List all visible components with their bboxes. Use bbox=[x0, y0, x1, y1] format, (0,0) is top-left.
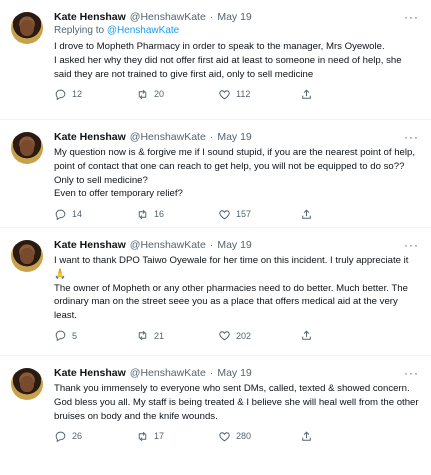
replying-to-link[interactable]: @HenshawKate bbox=[107, 25, 179, 36]
tweet-actions: 14 16 157 bbox=[54, 201, 421, 227]
like-count: 157 bbox=[236, 209, 252, 220]
tweet-paragraph: I want to thank DPO Taiwo Oyewale for he… bbox=[54, 255, 409, 280]
separator-dot: · bbox=[209, 367, 214, 379]
tweet-text: Thank you immensely to everyone who sent… bbox=[54, 382, 421, 423]
reply-button[interactable]: 12 bbox=[54, 88, 136, 101]
tweet-text: I want to thank DPO Taiwo Oyewale for he… bbox=[54, 254, 421, 323]
heart-icon bbox=[219, 209, 230, 220]
tweet-actions: 26 17 280 bbox=[54, 423, 421, 449]
tweet-1[interactable]: Kate Henshaw @HenshawKate · May 19 ··· R… bbox=[0, 0, 431, 120]
more-options-icon[interactable]: ··· bbox=[404, 366, 419, 380]
separator-dot: · bbox=[209, 131, 214, 143]
replying-to-label: Replying to bbox=[54, 25, 105, 36]
reply-icon bbox=[55, 331, 66, 342]
display-name[interactable]: Kate Henshaw bbox=[54, 10, 126, 24]
reply-count: 14 bbox=[72, 209, 83, 220]
tweet-header: Kate Henshaw @HenshawKate · May 19 bbox=[54, 366, 421, 380]
user-handle[interactable]: @HenshawKate bbox=[130, 238, 206, 252]
tweet-date[interactable]: May 19 bbox=[217, 366, 251, 380]
more-options-icon[interactable]: ··· bbox=[404, 238, 419, 252]
tweet-text: My question now is & forgive me if I sou… bbox=[54, 146, 421, 201]
share-button[interactable] bbox=[300, 430, 318, 443]
share-button[interactable] bbox=[300, 329, 318, 342]
tweet-header: Kate Henshaw @HenshawKate · May 19 bbox=[54, 238, 421, 252]
like-button[interactable]: 157 bbox=[218, 208, 300, 221]
user-handle[interactable]: @HenshawKate bbox=[130, 10, 206, 24]
heart-icon bbox=[219, 331, 230, 341]
tweet-2[interactable]: Kate Henshaw @HenshawKate · May 19 ··· M… bbox=[0, 120, 431, 228]
tweet-actions: 5 21 202 bbox=[54, 323, 421, 349]
retweet-button[interactable]: 17 bbox=[136, 430, 218, 443]
user-handle[interactable]: @HenshawKate bbox=[130, 366, 206, 380]
separator-dot: · bbox=[209, 11, 214, 23]
share-icon bbox=[302, 330, 311, 341]
user-handle[interactable]: @HenshawKate bbox=[130, 130, 206, 144]
reply-button[interactable]: 14 bbox=[54, 208, 136, 221]
reply-count: 26 bbox=[72, 431, 83, 442]
like-button[interactable]: 202 bbox=[218, 329, 300, 342]
retweet-button[interactable]: 16 bbox=[136, 208, 218, 221]
like-count: 280 bbox=[236, 431, 252, 442]
display-name[interactable]: Kate Henshaw bbox=[54, 366, 126, 380]
tweet-3[interactable]: Kate Henshaw @HenshawKate · May 19 ··· I… bbox=[0, 228, 431, 356]
retweet-count: 21 bbox=[154, 330, 165, 341]
retweet-count: 16 bbox=[154, 209, 165, 220]
replying-to: Replying to @HenshawKate bbox=[54, 24, 421, 37]
tweet-paragraph: My question now is & forgive me if I sou… bbox=[54, 147, 416, 186]
retweet-icon bbox=[138, 431, 147, 442]
tweet-date[interactable]: May 19 bbox=[217, 10, 251, 24]
like-count: 202 bbox=[236, 330, 252, 341]
like-button[interactable]: 112 bbox=[218, 88, 300, 101]
reply-count: 12 bbox=[72, 89, 83, 100]
share-icon bbox=[302, 209, 311, 219]
share-icon bbox=[302, 89, 311, 99]
display-name[interactable]: Kate Henshaw bbox=[54, 130, 126, 144]
tweet-header: Kate Henshaw @HenshawKate · May 19 bbox=[54, 130, 421, 144]
retweet-count: 20 bbox=[154, 89, 165, 100]
tweet-date[interactable]: May 19 bbox=[217, 130, 251, 144]
avatar[interactable] bbox=[11, 132, 43, 164]
share-icon bbox=[302, 431, 311, 441]
more-options-icon[interactable]: ··· bbox=[404, 130, 419, 144]
reply-button[interactable]: 26 bbox=[54, 430, 136, 443]
heart-icon bbox=[219, 90, 230, 100]
avatar[interactable] bbox=[11, 12, 43, 44]
tweet-header: Kate Henshaw @HenshawKate · May 19 bbox=[54, 10, 421, 24]
tweet-thread: Kate Henshaw @HenshawKate · May 19 ··· R… bbox=[0, 0, 431, 475]
heart-icon bbox=[219, 432, 230, 442]
retweet-button[interactable]: 21 bbox=[136, 329, 218, 342]
tweet-paragraph: The owner of Mopheth or any other pharma… bbox=[54, 282, 408, 322]
display-name[interactable]: Kate Henshaw bbox=[54, 238, 126, 252]
reply-icon bbox=[55, 89, 66, 101]
tweet-actions: 12 20 112 bbox=[54, 81, 421, 107]
retweet-button[interactable]: 20 bbox=[136, 88, 218, 101]
share-button[interactable] bbox=[300, 88, 318, 101]
reply-icon bbox=[55, 209, 66, 220]
retweet-icon bbox=[138, 209, 147, 219]
tweet-paragraph: I drove to Mopheth Pharmacy in order to … bbox=[54, 41, 385, 52]
avatar[interactable] bbox=[11, 240, 43, 272]
separator-dot: · bbox=[209, 239, 214, 251]
share-button[interactable] bbox=[300, 208, 318, 221]
tweet-text: I drove to Mopheth Pharmacy in order to … bbox=[54, 40, 421, 81]
like-button[interactable]: 280 bbox=[218, 430, 300, 443]
tweet-paragraph: Even to offer temporary relief? bbox=[54, 188, 183, 200]
tweet-paragraph: I asked her why they did not offer first… bbox=[54, 54, 402, 80]
avatar[interactable] bbox=[11, 368, 43, 400]
reply-icon bbox=[55, 431, 66, 443]
retweet-icon bbox=[138, 331, 147, 341]
tweet-date[interactable]: May 19 bbox=[217, 238, 251, 252]
retweet-count: 17 bbox=[154, 431, 165, 442]
tweet-paragraph: Thank you immensely to everyone who sent… bbox=[54, 383, 419, 422]
more-options-icon[interactable]: ··· bbox=[404, 10, 419, 24]
retweet-icon bbox=[138, 89, 147, 100]
reply-button[interactable]: 5 bbox=[54, 329, 136, 342]
tweet-4[interactable]: Kate Henshaw @HenshawKate · May 19 ··· T… bbox=[0, 356, 431, 475]
reply-count: 5 bbox=[72, 330, 78, 341]
like-count: 112 bbox=[236, 89, 251, 100]
